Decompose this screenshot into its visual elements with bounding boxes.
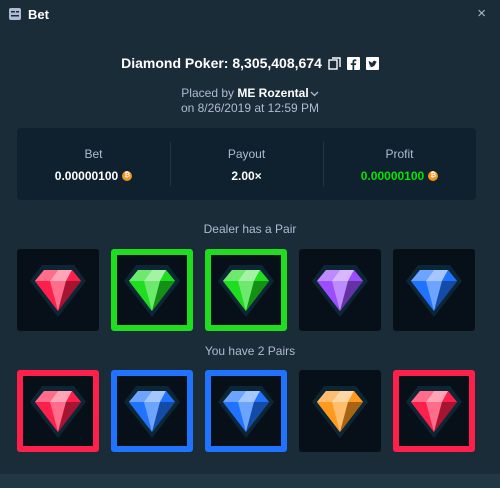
orange-diamond-icon <box>312 386 368 438</box>
player-hand-title: You have 2 Pairs <box>204 344 296 358</box>
placed-by-prefix: Placed by <box>181 86 234 100</box>
twitter-icon[interactable] <box>365 56 379 70</box>
player-card <box>205 370 287 452</box>
green-diamond-icon <box>124 265 180 317</box>
modal-footer-strip <box>0 474 500 488</box>
green-diamond-icon <box>218 265 274 317</box>
stat-bet: Bet 0.00000100 ₿ <box>17 128 170 200</box>
stat-label: Payout <box>227 147 266 161</box>
blue-diamond-icon <box>124 386 180 438</box>
placed-by: Placed by ME Rozental <box>0 86 500 100</box>
stat-value: 0.00000100 <box>54 169 119 183</box>
bet-date: on 8/26/2019 at 12:59 PM <box>180 101 320 115</box>
stat-value-row: 0.00000100 ₿ <box>323 169 476 183</box>
red-diamond-icon <box>30 265 86 317</box>
dealer-card <box>393 249 475 331</box>
red-diamond-icon <box>30 386 86 438</box>
chevron-down-icon[interactable] <box>310 90 319 97</box>
dealer-card <box>17 249 99 331</box>
stat-value-row: 2.00× <box>170 169 323 183</box>
bet-headline: Diamond Poker: 8,305,408,674 <box>0 55 500 71</box>
player-card <box>299 370 381 452</box>
bet-ticket-icon <box>9 8 21 20</box>
blue-diamond-icon <box>406 265 462 317</box>
modal-header: Bet × <box>0 0 500 30</box>
bet-game-id: Diamond Poker: 8,305,408,674 <box>121 55 322 71</box>
player-card <box>17 370 99 452</box>
stat-label: Bet <box>84 147 103 161</box>
dealer-card <box>299 249 381 331</box>
stat-value: 0.00000100 <box>360 169 425 183</box>
blue-diamond-icon <box>218 386 274 438</box>
player-card <box>111 370 193 452</box>
dealer-card <box>111 249 193 331</box>
bitcoin-icon: ₿ <box>122 171 133 181</box>
copy-icon[interactable] <box>328 56 341 70</box>
red-diamond-icon <box>406 386 462 438</box>
stat-profit: Profit 0.00000100 ₿ <box>323 128 476 200</box>
player-username[interactable]: ME Rozental <box>237 86 308 100</box>
dealer-hand-title: Dealer has a Pair <box>203 222 297 236</box>
modal-title: Bet <box>28 7 49 22</box>
bet-stats-panel: Bet 0.00000100 ₿ Payout 2.00× Profit 0.0… <box>17 128 476 200</box>
facebook-icon[interactable] <box>346 56 360 70</box>
bitcoin-icon: ₿ <box>428 171 439 181</box>
close-icon[interactable]: × <box>477 5 486 22</box>
player-card <box>393 370 475 452</box>
stat-payout: Payout 2.00× <box>170 128 323 200</box>
stat-value: 2.00× <box>231 169 262 183</box>
purple-diamond-icon <box>312 265 368 317</box>
dealer-card <box>205 249 287 331</box>
stat-label: Profit <box>385 147 414 161</box>
stat-value-row: 0.00000100 ₿ <box>17 169 170 183</box>
